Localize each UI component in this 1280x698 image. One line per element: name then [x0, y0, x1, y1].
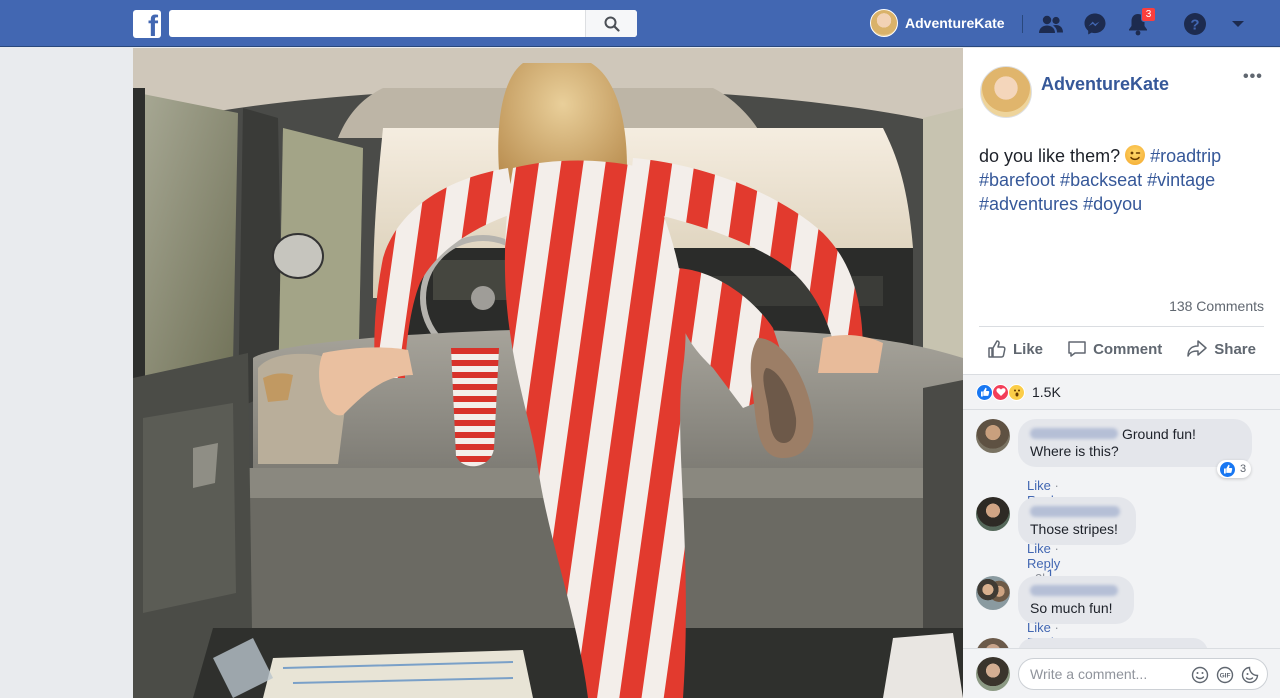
- comment-bubble: [1018, 638, 1208, 648]
- caret-down-icon[interactable]: [1225, 12, 1251, 36]
- current-user-avatar: [976, 657, 1010, 691]
- wow-reaction-icon: [1008, 383, 1025, 401]
- comment-icon: [1068, 341, 1086, 357]
- commenter-avatar[interactable]: [976, 419, 1010, 453]
- comment-text: Ground fun!: [1122, 426, 1196, 442]
- comment-like-link[interactable]: Like: [1027, 620, 1051, 635]
- like-button[interactable]: Like: [979, 339, 1051, 359]
- top-navigation-bar: f AdventureKate 3 ?: [0, 0, 1280, 47]
- comment-composer: GIF: [963, 648, 1280, 698]
- winking-face-icon: [1125, 145, 1146, 165]
- comment-bubble: Those stripes!: [1018, 497, 1136, 545]
- hashtag-link[interactable]: #roadtrip: [1150, 146, 1221, 166]
- svg-text:GIF: GIF: [1219, 672, 1230, 679]
- post-actions: Like Comment Share: [979, 335, 1264, 363]
- comment-like-link[interactable]: Like: [1027, 541, 1051, 556]
- hashtag-link[interactable]: #adventures #doyou: [979, 194, 1142, 214]
- commenter-avatar[interactable]: [976, 497, 1010, 531]
- facebook-logo[interactable]: f: [133, 10, 161, 38]
- hashtag-link[interactable]: #barefoot #backseat #vintage: [979, 170, 1215, 190]
- comment-likes-count: 3: [1240, 463, 1247, 475]
- reactions-count: 1.5K: [1032, 384, 1061, 400]
- comment-bubble: So much fun!: [1018, 576, 1134, 624]
- messenger-icon[interactable]: [1082, 12, 1108, 36]
- comments-list: Ground fun! Where is this? 3 Like · Repl…: [963, 410, 1280, 648]
- like-reaction-icon: [976, 383, 993, 401]
- comments-count-link[interactable]: 138 Comments: [1169, 298, 1264, 314]
- comment-input-wrapper: GIF: [1018, 658, 1268, 690]
- caption-text: do you like them?: [979, 146, 1121, 166]
- comment-text: Where is this?: [1030, 443, 1119, 459]
- friends-icon[interactable]: [1038, 12, 1064, 36]
- emoji-icon[interactable]: [1190, 665, 1209, 684]
- reactions-summary[interactable]: 1.5K: [963, 374, 1280, 410]
- more-options-icon[interactable]: •••: [1243, 68, 1263, 86]
- photo-image: [133, 48, 963, 698]
- post-caption: do you like them? #roadtrip #barefoot #b…: [979, 144, 1269, 216]
- gif-icon[interactable]: GIF: [1215, 665, 1234, 684]
- profile-link[interactable]: AdventureKate: [870, 9, 1005, 37]
- profile-name: AdventureKate: [905, 15, 1005, 31]
- share-button[interactable]: Share: [1178, 339, 1264, 359]
- comment-text: Those stripes!: [1030, 521, 1118, 537]
- post-side-panel: AdventureKate ••• do you like them? #roa…: [963, 48, 1280, 698]
- love-reaction-icon: [992, 383, 1009, 401]
- like-label: Like: [1013, 340, 1044, 358]
- svg-text:?: ?: [1190, 17, 1199, 34]
- sticker-icon[interactable]: [1240, 665, 1259, 684]
- commenter-avatar[interactable]: [976, 638, 1010, 648]
- avatar: [870, 9, 898, 37]
- thumbs-up-icon: [988, 340, 1006, 358]
- commenter-name[interactable]: [1030, 585, 1118, 596]
- author-avatar[interactable]: [980, 66, 1032, 118]
- comment-likes-badge[interactable]: 3: [1217, 460, 1252, 478]
- notification-badge: 3: [1141, 7, 1156, 22]
- search-button[interactable]: [585, 10, 637, 37]
- post-author-name[interactable]: AdventureKate: [1041, 74, 1169, 95]
- comment-input[interactable]: [1019, 659, 1179, 689]
- comment-button[interactable]: Comment: [1059, 339, 1170, 359]
- comment-like-link[interactable]: Like: [1027, 478, 1051, 493]
- commenter-avatar[interactable]: [976, 576, 1010, 610]
- share-icon: [1187, 340, 1208, 357]
- comment-bubble: Ground fun! Where is this?: [1018, 419, 1252, 467]
- composer-icons: GIF: [1190, 665, 1259, 684]
- search-input[interactable]: [169, 10, 579, 37]
- search-icon: [604, 16, 620, 32]
- divider: [979, 326, 1264, 327]
- like-reaction-icon: [1219, 460, 1236, 478]
- share-label: Share: [1214, 340, 1256, 358]
- search-box: [169, 10, 637, 37]
- help-icon[interactable]: ?: [1182, 12, 1208, 36]
- comment-text: So much fun!: [1030, 600, 1113, 616]
- comment-label: Comment: [1093, 340, 1163, 358]
- divider: [1022, 15, 1023, 33]
- commenter-name[interactable]: [1030, 506, 1120, 517]
- post-photo[interactable]: [133, 48, 963, 698]
- commenter-name[interactable]: [1030, 428, 1118, 439]
